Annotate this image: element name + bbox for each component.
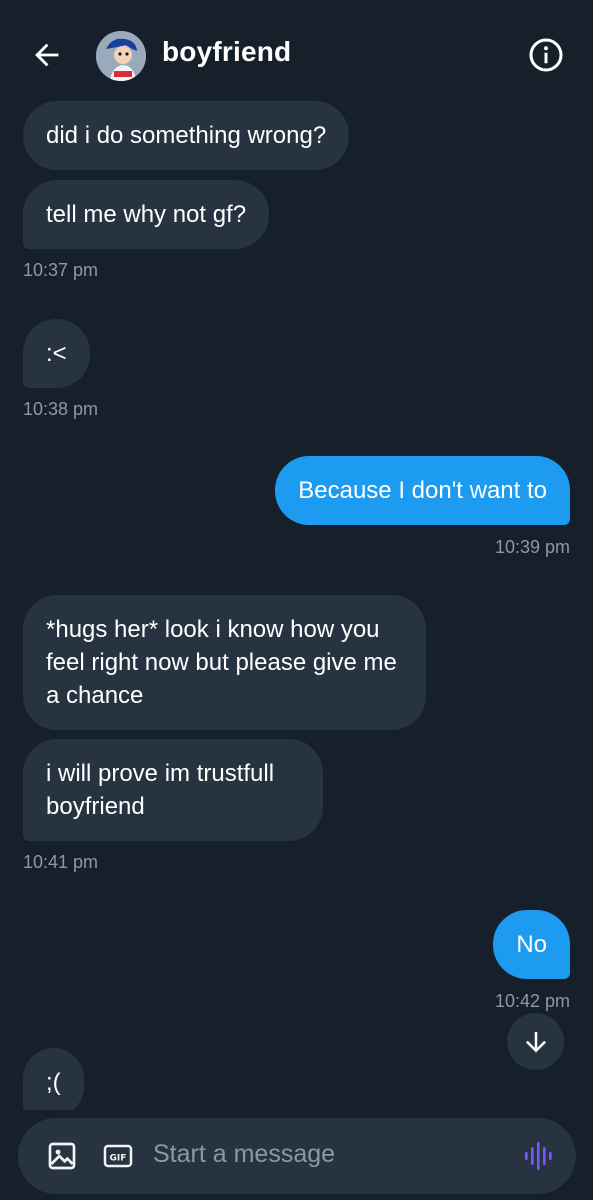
gif-icon-label: GIF	[110, 1154, 127, 1164]
header: boyfriend	[0, 0, 593, 100]
scroll-to-bottom-button[interactable]	[507, 1013, 564, 1070]
arrow-down-icon	[525, 1031, 546, 1052]
avatar[interactable]	[96, 31, 146, 81]
message-bubble-incoming[interactable]: tell me why not gf?	[23, 180, 270, 249]
info-icon[interactable]	[528, 37, 564, 73]
message-timestamp: 10:42 pm	[494, 991, 570, 1011]
image-icon[interactable]	[46, 1140, 78, 1172]
message-timestamp: 10:37 pm	[23, 260, 99, 280]
message-bubble-incoming[interactable]: did i do something wrong?	[23, 101, 350, 170]
message-list[interactable]: did i do something wrong? tell me why no…	[0, 100, 593, 1110]
message-input[interactable]: Start a message	[153, 1140, 335, 1169]
message-bubble-incoming[interactable]: :<	[23, 319, 90, 388]
message-bubble-incoming[interactable]: i will prove im trustfull boyfriend	[23, 739, 323, 841]
voice-icon[interactable]	[523, 1138, 553, 1174]
gif-icon[interactable]: GIF	[102, 1140, 134, 1172]
avatar-image	[96, 31, 146, 81]
message-bubble-incoming[interactable]: ;(	[23, 1048, 84, 1110]
message-bubble-outgoing[interactable]: No	[493, 910, 570, 979]
message-composer[interactable]: GIF Start a message	[18, 1118, 576, 1194]
message-bubble-incoming[interactable]: *hugs her* look i know how you feel righ…	[23, 595, 426, 730]
back-arrow-icon[interactable]	[30, 38, 64, 72]
message-timestamp: 10:41 pm	[23, 852, 99, 872]
message-timestamp: 10:39 pm	[494, 537, 570, 557]
message-timestamp: 10:38 pm	[23, 399, 99, 419]
conversation-title[interactable]: boyfriend	[162, 36, 291, 68]
message-bubble-outgoing[interactable]: Because I don't want to	[275, 456, 570, 525]
